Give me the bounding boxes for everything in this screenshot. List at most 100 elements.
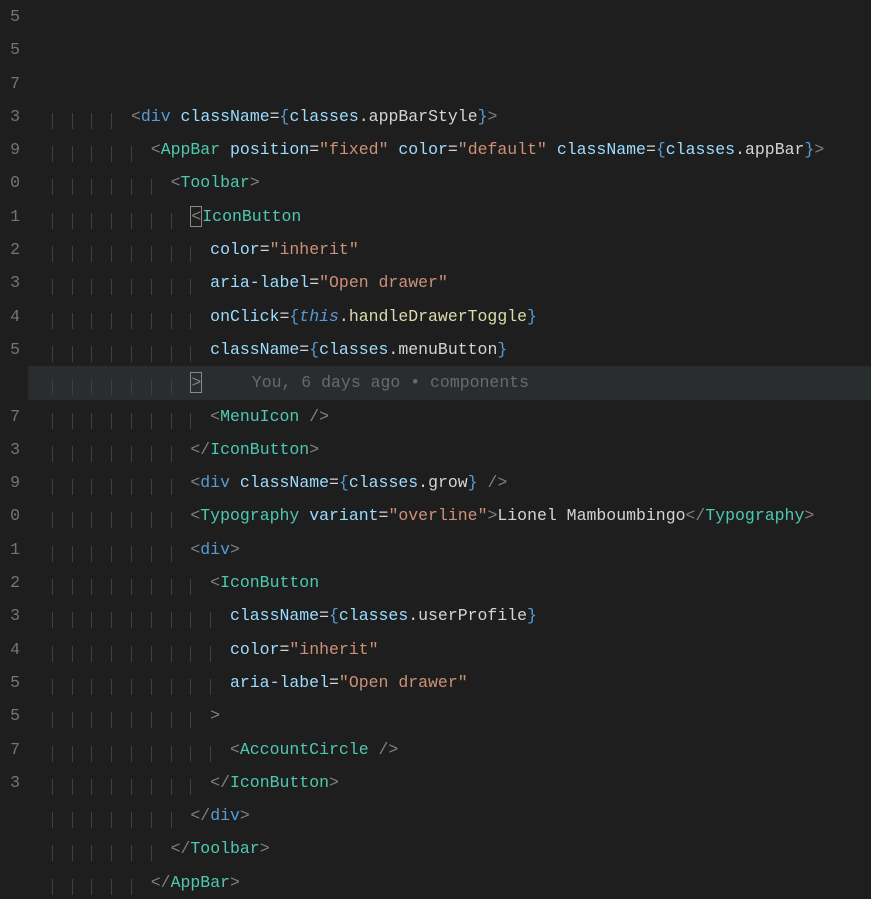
- token: </: [686, 506, 706, 525]
- code-line[interactable]: <Typography variant="overline">Lionel Ma…: [28, 499, 871, 532]
- token: <: [190, 473, 200, 492]
- token: fixed: [329, 140, 379, 159]
- code-line[interactable]: <div className={classes.appBarStyle}>: [28, 100, 871, 133]
- code-content[interactable]: <div className={classes.appBarStyle}><Ap…: [28, 0, 871, 815]
- token: [478, 473, 488, 492]
- token: </: [190, 806, 210, 825]
- token: =: [309, 273, 319, 292]
- token: AccountCircle: [240, 740, 369, 759]
- token: >: [250, 173, 260, 192]
- code-line[interactable]: <div className={classes.grow} />: [28, 466, 871, 499]
- token: ": [478, 506, 488, 525]
- token: .: [408, 606, 418, 625]
- token: >: [309, 440, 319, 459]
- line-number: 3: [0, 433, 20, 466]
- line-number: 0: [0, 499, 20, 532]
- code-line[interactable]: <MenuIcon />: [28, 400, 871, 433]
- code-line[interactable]: aria-label="Open drawer": [28, 666, 871, 699]
- token: [369, 740, 379, 759]
- code-line[interactable]: <AccountCircle />: [28, 733, 871, 766]
- code-line[interactable]: <AppBar position="fixed" color="default"…: [28, 133, 871, 166]
- code-line[interactable]: <Toolbar>: [28, 166, 871, 199]
- token: appBarStyle: [369, 107, 478, 126]
- code-line[interactable]: className={classes.menuButton}: [28, 333, 871, 366]
- token: this: [299, 307, 339, 326]
- line-number: 5: [0, 0, 20, 33]
- token: [220, 140, 230, 159]
- token: default: [468, 140, 537, 159]
- token: classes: [289, 107, 358, 126]
- code-line[interactable]: </Toolbar>: [28, 832, 871, 865]
- token: ": [458, 673, 468, 692]
- token: <: [210, 407, 220, 426]
- token: ": [349, 240, 359, 259]
- token: =: [279, 307, 289, 326]
- code-line[interactable]: </div>: [28, 799, 871, 832]
- line-number: 7: [0, 67, 20, 100]
- line-number: 4: [0, 633, 20, 666]
- token: div: [210, 806, 240, 825]
- code-line[interactable]: <IconButton: [28, 566, 871, 599]
- token: [388, 140, 398, 159]
- token: <: [210, 573, 220, 592]
- token: Toolbar: [180, 173, 249, 192]
- token: </: [210, 773, 230, 792]
- token: ": [438, 273, 448, 292]
- token: menuButton: [398, 340, 497, 359]
- line-number: 7: [0, 400, 20, 433]
- token: >: [487, 506, 497, 525]
- token: inherit: [299, 640, 368, 659]
- line-number: 5: [0, 33, 20, 66]
- token: }: [527, 606, 537, 625]
- code-line[interactable]: > You, 6 days ago • components: [28, 366, 871, 399]
- token: position: [230, 140, 309, 159]
- token: inherit: [280, 240, 349, 259]
- token: <: [171, 173, 181, 192]
- token: {: [656, 140, 666, 159]
- token: >: [230, 873, 240, 892]
- code-line[interactable]: <IconButton: [28, 200, 871, 233]
- line-number: 7: [0, 733, 20, 766]
- token: overline: [398, 506, 477, 525]
- code-line[interactable]: onClick={this.handleDrawerToggle}: [28, 300, 871, 333]
- code-line[interactable]: </AppBar>: [28, 866, 871, 899]
- git-blame-annotation: You, 6 days ago • components: [252, 373, 529, 392]
- token: =: [329, 673, 339, 692]
- code-line[interactable]: color="inherit": [28, 233, 871, 266]
- token: {: [329, 606, 339, 625]
- code-line[interactable]: >: [28, 699, 871, 732]
- token: >: [814, 140, 824, 159]
- token: .: [418, 473, 428, 492]
- token: classes: [666, 140, 735, 159]
- code-line[interactable]: </IconButton>: [28, 766, 871, 799]
- token: </: [190, 440, 210, 459]
- token: userProfile: [418, 606, 527, 625]
- token: =: [329, 473, 339, 492]
- code-line[interactable]: </IconButton>: [28, 433, 871, 466]
- token: }: [497, 340, 507, 359]
- token: div: [200, 473, 230, 492]
- code-line[interactable]: <div>: [28, 533, 871, 566]
- token: IconButton: [202, 207, 301, 226]
- token: .: [388, 340, 398, 359]
- code-line[interactable]: className={classes.userProfile}: [28, 599, 871, 632]
- token: }: [527, 307, 537, 326]
- code-line[interactable]: aria-label="Open drawer": [28, 266, 871, 299]
- token: aria-label: [230, 673, 329, 692]
- code-editor[interactable]: 55739012345739012345573 <div className={…: [0, 0, 871, 815]
- line-number: 3: [0, 766, 20, 799]
- token: >: [190, 372, 202, 393]
- token: [171, 107, 181, 126]
- token: .: [339, 307, 349, 326]
- token: IconButton: [230, 773, 329, 792]
- token: ": [388, 506, 398, 525]
- token: Open drawer: [329, 273, 438, 292]
- token: className: [230, 606, 319, 625]
- line-number: 5: [0, 333, 20, 366]
- token: }: [804, 140, 814, 159]
- code-line[interactable]: color="inherit": [28, 633, 871, 666]
- token: Toolbar: [190, 839, 259, 858]
- token: ": [379, 140, 389, 159]
- token: =: [270, 107, 280, 126]
- token: [230, 473, 240, 492]
